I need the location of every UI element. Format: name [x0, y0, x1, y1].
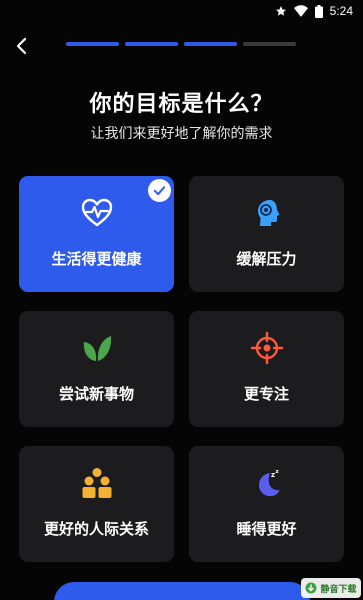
leaf-icon	[83, 336, 111, 361]
progress-step	[184, 42, 237, 46]
status-icons: 5:24	[275, 4, 353, 18]
watermark-icon	[305, 582, 317, 594]
goal-selection-screen: 5:24 你的目标是什么？ 让我们来更好地了解你的需求 生活得更健康 缓解压力 …	[0, 0, 363, 600]
goal-label: 缓解压力	[236, 250, 297, 268]
goal-card-sleep-better[interactable]: z z 睡得更好	[189, 446, 344, 562]
watermark-logo: 静音下载	[301, 578, 361, 598]
goal-card-more-focused[interactable]: 更专注	[189, 311, 344, 427]
watermark-text: 静音下载	[320, 584, 357, 595]
head-relief-icon	[257, 200, 279, 226]
goal-label: 生活得更健康	[51, 250, 142, 268]
goal-label: 睡得更好	[236, 520, 297, 538]
svg-text:z: z	[271, 471, 275, 479]
page-title: 你的目标是什么？	[89, 92, 274, 117]
wifi-icon	[293, 5, 308, 17]
star-icon	[275, 6, 286, 16]
crosshair-icon	[250, 331, 283, 365]
progress-indicator	[66, 42, 296, 46]
status-time: 5:24	[329, 4, 353, 18]
checkmark-icon	[153, 186, 166, 196]
progress-step	[66, 42, 119, 46]
page-subtitle: 让我们来更好地了解你的需求	[90, 126, 273, 142]
back-arrow-icon[interactable]	[12, 36, 32, 56]
goal-label: 尝试新事物	[58, 385, 134, 403]
progress-step	[243, 42, 296, 46]
svg-text:z: z	[275, 469, 278, 475]
people-icon	[82, 468, 111, 498]
selected-check-badge	[148, 179, 171, 202]
moon-sleep-icon: z z	[258, 469, 279, 497]
battery-icon	[314, 4, 323, 18]
goal-label: 更专注	[243, 385, 289, 403]
goal-card-healthier[interactable]: 生活得更健康	[19, 176, 174, 292]
progress-step	[125, 42, 178, 46]
goal-card-better-relationships[interactable]: 更好的人际关系	[19, 446, 174, 562]
goal-label: 更好的人际关系	[43, 520, 149, 538]
goal-card-try-new-things[interactable]: 尝试新事物	[19, 311, 174, 427]
status-bar: 5:24	[0, 0, 363, 24]
goal-card-relieve-stress[interactable]: 缓解压力	[189, 176, 344, 292]
continue-button[interactable]	[54, 582, 310, 600]
heart-pulse-icon	[81, 198, 112, 227]
